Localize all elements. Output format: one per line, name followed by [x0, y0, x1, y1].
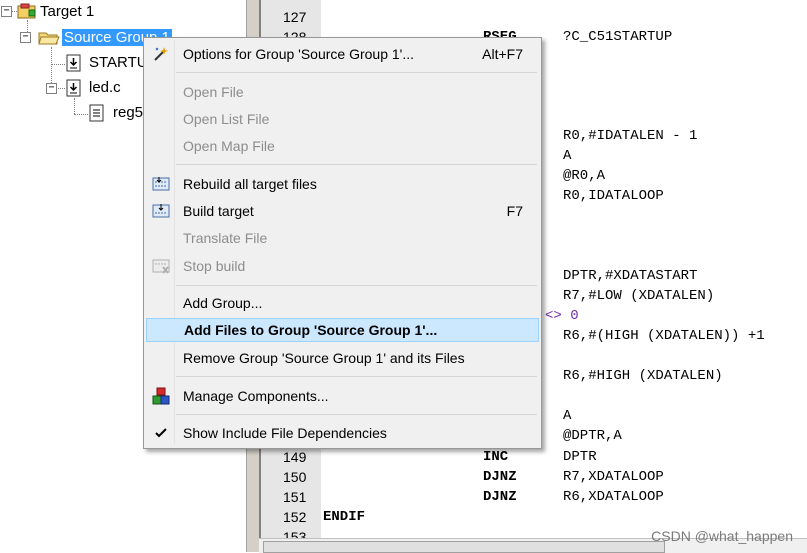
folder-open-icon: [38, 32, 60, 45]
line-number: 153: [283, 529, 307, 538]
menu-item-label: Add Files to Group 'Source Group 1'...: [184, 322, 438, 338]
menu-item-remove-group[interactable]: Remove Group 'Source Group 1' and its Fi…: [146, 346, 537, 370]
menu-separator: [176, 72, 537, 73]
menu-separator: [176, 164, 537, 165]
menu-item-open-map-file: Open Map File: [146, 134, 537, 158]
menu-item-open-list-file: Open List File: [146, 107, 537, 131]
code-operand: R0,IDATALOOP: [563, 188, 664, 204]
menu-item-open-file: Open File: [146, 80, 537, 104]
code-text: R0,#IDATALEN - 1: [563, 128, 698, 144]
menu-item-manage-components[interactable]: Manage Components...: [146, 384, 537, 408]
menu-item-label: Options for Group 'Source Group 1'...: [183, 46, 415, 62]
menu-item-options[interactable]: Options for Group 'Source Group 1'... Al…: [146, 42, 537, 66]
code-operand: A: [563, 148, 572, 164]
code-operand: R6,#HIGH (XDATALEN): [563, 368, 723, 384]
menu-item-build[interactable]: Build target F7: [146, 199, 537, 223]
code-keyword: INC: [483, 449, 509, 465]
code-operand: R6,#(HIGH (XDATALEN)) +1: [563, 328, 765, 344]
menu-item-shortcut: Alt+F7: [482, 46, 523, 62]
menu-item-stop-build: Stop build: [146, 254, 537, 278]
scrollbar-thumb[interactable]: [263, 541, 665, 553]
menu-item-add-group[interactable]: Add Group...: [146, 291, 537, 315]
code-keyword: DJNZ: [483, 469, 517, 485]
asm-file-icon: [66, 54, 81, 72]
line-number: 149: [283, 449, 307, 465]
tree-connector: [56, 88, 65, 89]
collapse-group-toggle[interactable]: −: [20, 32, 31, 43]
menu-item-translate: Translate File: [146, 226, 537, 250]
code-operand: R6,XDATALOOP: [563, 489, 664, 505]
menu-item-show-include-deps[interactable]: Show Include File Dependencies: [146, 421, 537, 445]
checkmark-icon: [155, 428, 167, 438]
magic-wand-icon: [154, 47, 168, 61]
build-icon: [152, 204, 170, 218]
c-file-icon: [66, 79, 81, 97]
code-keyword: ENDIF: [323, 509, 366, 525]
tree-item-target[interactable]: Target 1: [40, 1, 94, 23]
tree-item-startup[interactable]: STARTU: [89, 52, 148, 74]
menu-separator: [176, 285, 537, 286]
tree-connector: [51, 64, 65, 65]
menu-item-label: Open Map File: [183, 138, 275, 154]
menu-item-label: Manage Components...: [183, 388, 329, 404]
line-number: 151: [283, 489, 307, 505]
code-operand: A: [563, 408, 572, 424]
menu-item-label: Open List File: [183, 111, 270, 127]
menu-item-add-files[interactable]: Add Files to Group 'Source Group 1'...: [146, 318, 539, 342]
menu-item-label: Add Group...: [183, 295, 263, 311]
menu-item-label: Stop build: [183, 258, 246, 274]
code-operand: @DPTR,A: [563, 428, 622, 444]
rebuild-icon: [152, 177, 170, 191]
code-operand: @R0,A: [563, 168, 606, 184]
header-file-icon: [89, 104, 104, 122]
tree-item-led-c[interactable]: led.c: [89, 77, 121, 99]
code-operand: R7,#LOW (XDATALEN): [563, 288, 715, 304]
menu-separator: [176, 376, 537, 377]
code-operand: <> 0: [545, 308, 579, 324]
target-folder-icon: [17, 3, 36, 19]
menu-item-label: Build target: [183, 203, 254, 219]
menu-item-label: Rebuild all target files: [183, 176, 317, 192]
code-keyword: DJNZ: [483, 489, 517, 505]
code-operand: DPTR,#XDATASTART: [563, 268, 698, 284]
watermark: CSDN @what_happen: [651, 528, 793, 544]
components-icon: [152, 387, 170, 405]
line-number: 152: [283, 509, 307, 525]
menu-item-shortcut: F7: [506, 203, 523, 219]
tree-connector: [74, 98, 75, 114]
stop-build-icon: [152, 259, 170, 274]
menu-separator: [176, 414, 537, 415]
code-operand: R7,XDATALOOP: [563, 469, 664, 485]
menu-item-rebuild[interactable]: Rebuild all target files: [146, 172, 537, 196]
menu-item-label: Open File: [183, 84, 244, 100]
menu-item-label: Translate File: [183, 230, 268, 246]
menu-item-label: Remove Group 'Source Group 1' and its Fi…: [183, 350, 465, 366]
tree-connector: [74, 114, 88, 115]
code-operand: ?C_C51STARTUP: [563, 29, 673, 45]
code-operand: R0,#IDATALEN - 1: [563, 128, 697, 144]
tree-item-reg51[interactable]: reg5: [113, 102, 143, 124]
context-menu: Options for Group 'Source Group 1'... Al…: [143, 37, 542, 449]
code-operand: DPTR: [563, 449, 597, 465]
menu-item-label: Show Include File Dependencies: [183, 425, 387, 441]
line-number: 127: [283, 9, 307, 25]
line-number: 150: [283, 469, 307, 485]
